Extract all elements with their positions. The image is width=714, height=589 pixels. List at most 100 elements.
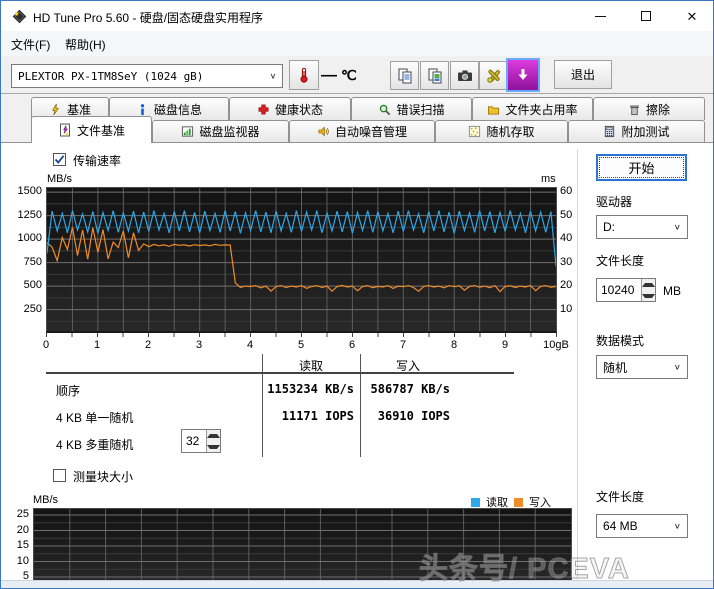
bottom-file-length-value: 64 MB [603, 519, 674, 533]
arrow-up-icon [207, 434, 220, 438]
screenshot-button[interactable] [450, 61, 479, 90]
arrow-up-icon [642, 283, 655, 287]
close-icon: ✕ [687, 10, 698, 23]
random-access-icon [468, 125, 481, 138]
axis-tick-label: 7 [400, 339, 406, 351]
error-scan-icon [378, 103, 391, 116]
title-bar: HD Tune Pro 5.60 - 硬盘/固态硬盘实用程序 ✕ [1, 1, 713, 31]
axis-tick-label: 10 [17, 555, 29, 567]
window-bottom-edge [1, 580, 713, 588]
axis-tick-label: 0 [43, 339, 49, 351]
tab-label: 健康状态 [275, 101, 323, 118]
copy-text-button[interactable] [390, 61, 419, 90]
transfer-rate-chart [46, 187, 557, 333]
thermometer-icon [296, 67, 312, 83]
menu-bar [1, 31, 713, 56]
arrow-down-icon [207, 445, 220, 449]
y-axis-unit-right: ms [541, 173, 556, 185]
temperature-unit: ℃ [341, 68, 357, 84]
hdtune-window: HD Tune Pro 5.60 - 硬盘/固态硬盘实用程序 ✕ 文件(F) 帮… [0, 0, 714, 589]
aam-icon [317, 125, 330, 138]
close-button[interactable]: ✕ [669, 1, 714, 31]
bottom-file-length-combo[interactable]: 64 MB ∨ [596, 514, 688, 538]
temperature-value: — [321, 67, 337, 85]
x-axis-tickmarks [46, 333, 558, 337]
bottom-file-length-label: 文件长度 [596, 488, 644, 505]
minimize-icon [595, 16, 606, 17]
axis-tick-label: 3 [196, 339, 202, 351]
tab-file-benchmark[interactable]: 文件基准 [31, 116, 152, 143]
transfer-rate-label: 传输速率 [73, 152, 121, 169]
spinner-up-button[interactable] [207, 430, 220, 441]
sequential-write-value: 586787 KB/s [360, 382, 450, 396]
axis-tick-label: 2 [145, 339, 151, 351]
data-mode-combo[interactable]: 随机 ∨ [596, 355, 688, 379]
chevron-down-icon: ∨ [674, 223, 681, 232]
maximize-icon [641, 11, 651, 21]
axis-tick-label: 4 [247, 339, 253, 351]
checkmark-icon [54, 154, 65, 165]
folder-usage-icon [487, 103, 500, 116]
chevron-down-icon: ∨ [674, 522, 681, 531]
data-mode-label: 数据模式 [596, 332, 644, 349]
download-icon [514, 66, 532, 84]
tab-error-scan[interactable]: 错误扫描 [351, 97, 472, 120]
copy-image-icon [426, 67, 444, 85]
axis-tick-label: 5 [298, 339, 304, 351]
drive-select-value: PLEXTOR PX-1TM8SeY (1024 gB) [18, 70, 270, 83]
axis-tick-label: 10 [560, 303, 572, 315]
block-size-checkbox[interactable] [53, 469, 66, 482]
block-size-chart [33, 508, 572, 580]
drive-value: D: [603, 220, 674, 234]
tab-label: 随机存取 [486, 123, 534, 140]
axis-tick-label: 20 [560, 279, 572, 291]
queue-depth-spinner[interactable]: 32 [181, 429, 221, 453]
window-title: HD Tune Pro 5.60 - 硬盘/固态硬盘实用程序 [33, 9, 263, 26]
axis-tick-label: 15 [17, 539, 29, 551]
arrow-down-icon [642, 294, 655, 298]
drive-select-combo[interactable]: PLEXTOR PX-1TM8SeY (1024 gB) ∨ [11, 64, 283, 88]
start-button-label: 开始 [628, 158, 654, 177]
queue-depth-value: 32 [182, 430, 206, 452]
tab-random-access[interactable]: 随机存取 [435, 120, 568, 142]
tab-label: 自动噪音管理 [335, 123, 407, 140]
temperature-button[interactable] [289, 60, 319, 90]
file-length-unit: MB [663, 284, 681, 298]
copy-image-button[interactable] [420, 61, 449, 90]
tab-disk-monitor[interactable]: 磁盘监视器 [152, 120, 289, 142]
drive-combo[interactable]: D: ∨ [596, 215, 688, 239]
y-axis-unit-block: MB/s [33, 494, 58, 506]
axis-tick-label: 6 [349, 339, 355, 351]
data-mode-value: 随机 [603, 359, 674, 376]
spinner-down-button[interactable] [642, 290, 655, 301]
file-length-label: 文件长度 [596, 252, 644, 269]
tab-label: 基准 [67, 101, 91, 118]
tab-label: 磁盘信息 [154, 101, 202, 118]
axis-tick-label: 9 [502, 339, 508, 351]
axis-tick-label: 50 [560, 209, 572, 221]
transfer-rate-checkbox[interactable] [53, 153, 66, 166]
health-icon [257, 103, 270, 116]
tab-label: 文件基准 [77, 122, 125, 139]
tab-aam[interactable]: 自动噪音管理 [289, 120, 435, 142]
menu-help[interactable]: 帮助(H) [65, 36, 106, 53]
read-legend-swatch [471, 498, 480, 507]
maximize-button[interactable] [623, 1, 669, 31]
start-button[interactable]: 开始 [596, 154, 687, 181]
file-length-spinner[interactable]: 10240 [596, 278, 656, 302]
chevron-down-icon: ∨ [270, 72, 276, 81]
options-button[interactable] [479, 61, 508, 90]
row-label-4k-multi: 4 KB 多重随机 [56, 436, 133, 453]
copy-text-icon [396, 67, 414, 85]
axis-tick-label: 40 [560, 232, 572, 244]
axis-tick-label: 8 [451, 339, 457, 351]
x-axis-ticks: 012345678910gB [46, 339, 586, 353]
tab-label: 错误扫描 [396, 101, 444, 118]
tab-erase[interactable]: 擦除 [593, 97, 705, 120]
extra-tests-icon [603, 125, 616, 138]
update-download-button[interactable] [506, 58, 540, 92]
spinner-down-button[interactable] [207, 441, 220, 452]
spinner-up-button[interactable] [642, 279, 655, 290]
col-header-write: 写入 [360, 357, 456, 374]
tab-health[interactable]: 健康状态 [229, 97, 351, 120]
